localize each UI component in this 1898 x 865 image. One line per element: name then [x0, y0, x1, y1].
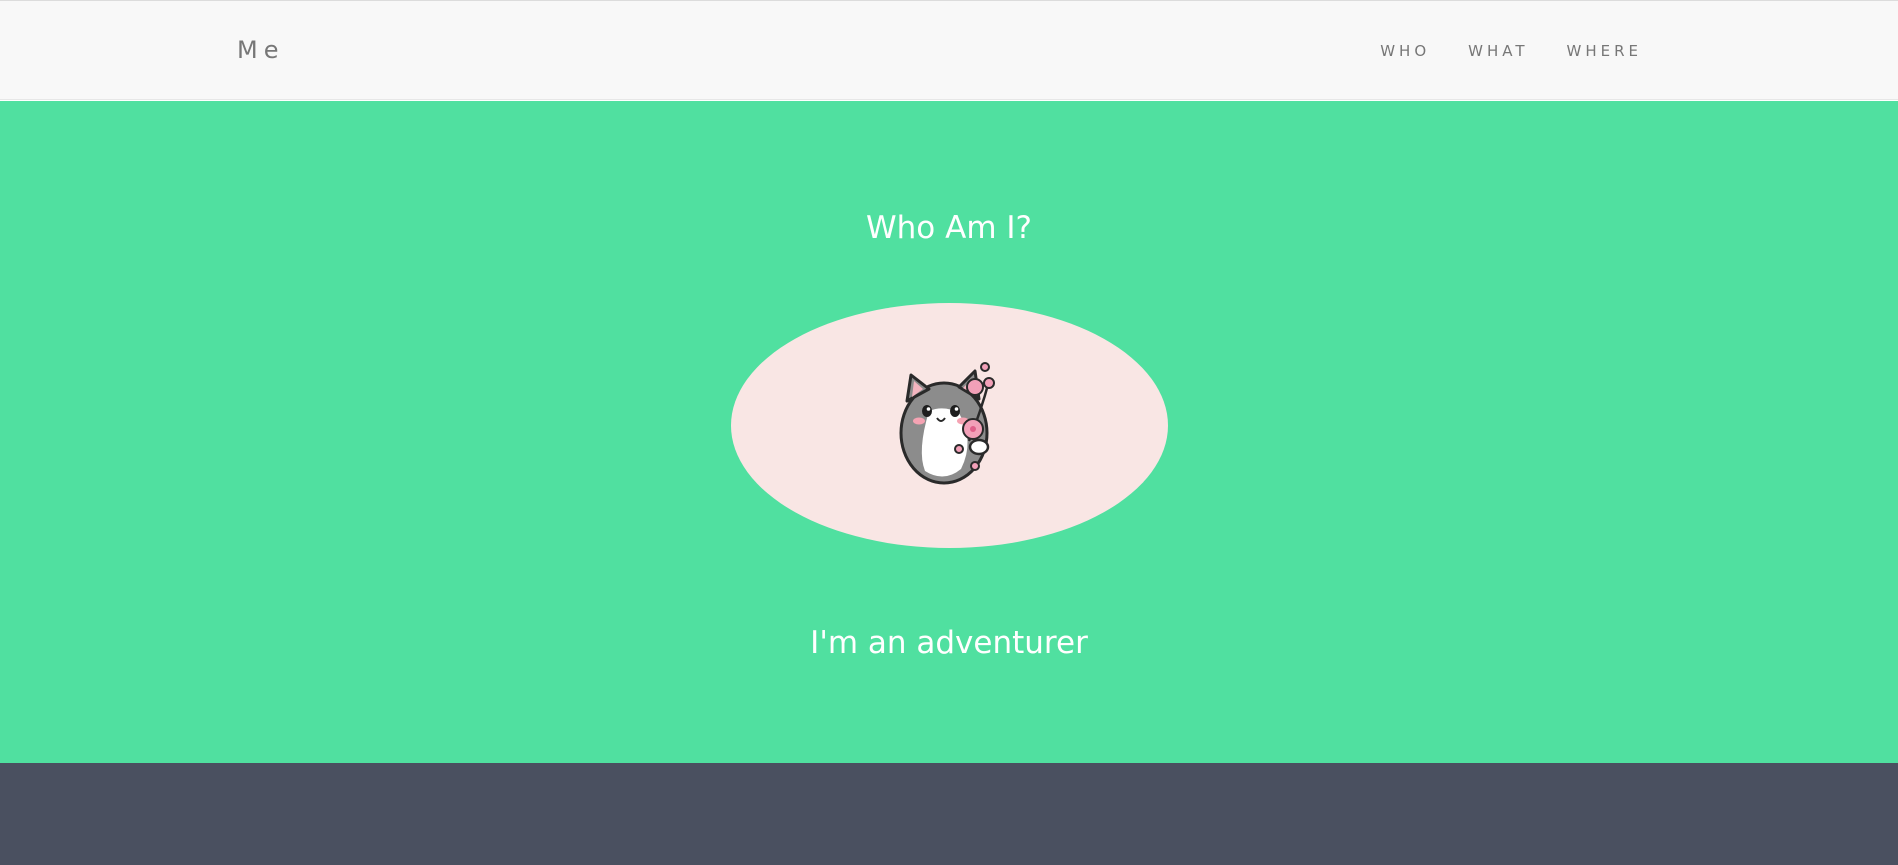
- nav-links: WHO WHAT WHERE: [1380, 42, 1642, 60]
- hero-section: Who Am I? I'm an adventurer: [0, 101, 1898, 763]
- cat-with-flowers-icon: [899, 362, 995, 485]
- nav-link-who[interactable]: WHO: [1380, 42, 1430, 60]
- brand-link[interactable]: Me: [237, 36, 284, 64]
- nav-link-where[interactable]: WHERE: [1567, 42, 1643, 60]
- footer: [0, 763, 1898, 865]
- navbar: Me WHO WHAT WHERE: [0, 0, 1898, 100]
- nav-link-what[interactable]: WHAT: [1468, 42, 1528, 60]
- hero-title: Who Am I?: [866, 210, 1032, 246]
- avatar: [731, 303, 1168, 548]
- hero-subtitle: I'm an adventurer: [810, 625, 1088, 661]
